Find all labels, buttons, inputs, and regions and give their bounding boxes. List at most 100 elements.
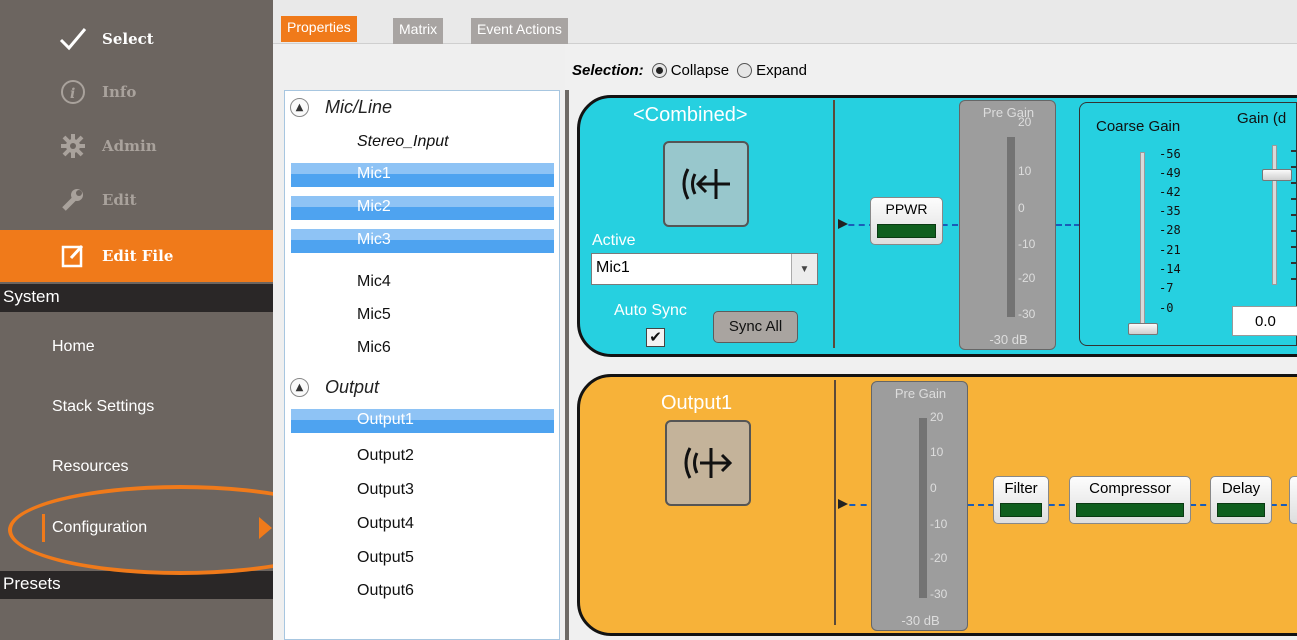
gain-tick bbox=[1291, 262, 1297, 264]
coarse-gain-title: Coarse Gain bbox=[1096, 118, 1181, 135]
gain-tick bbox=[1291, 214, 1297, 216]
gear-icon bbox=[58, 133, 88, 159]
group-label: Output bbox=[325, 376, 380, 397]
splitter[interactable] bbox=[565, 90, 569, 640]
list-item[interactable]: Output2 bbox=[291, 445, 554, 469]
mic-line-icon[interactable] bbox=[663, 141, 749, 227]
collapse-radio[interactable] bbox=[651, 63, 667, 78]
gain-tick bbox=[1291, 198, 1297, 200]
list-item[interactable]: Stereo_Input bbox=[291, 131, 554, 155]
gain-value-field[interactable]: 0.0 bbox=[1232, 306, 1297, 336]
coarse-gain-tick-value: 14 bbox=[1166, 262, 1181, 276]
pre-gain-tick: -20 bbox=[1018, 271, 1036, 285]
filter-module[interactable]: Filter bbox=[993, 476, 1049, 524]
nav-admin-label: Admin bbox=[102, 137, 157, 155]
tab-matrix[interactable]: Matrix bbox=[393, 18, 444, 44]
list-item[interactable]: Mic3 bbox=[291, 229, 554, 253]
nav-edit-label: Edit bbox=[102, 191, 137, 209]
list-item[interactable]: Output3 bbox=[291, 479, 554, 503]
coarse-gain-track bbox=[1140, 152, 1145, 328]
pre-gain-tick: -30 bbox=[930, 587, 948, 601]
divider bbox=[834, 380, 836, 625]
auto-sync-checkbox[interactable]: ✔ bbox=[646, 328, 665, 347]
collapse-icon[interactable]: ▲ bbox=[290, 97, 309, 117]
selection-row: Selection: Collapse Expand bbox=[572, 62, 815, 79]
system-item-home[interactable]: Home bbox=[0, 318, 273, 378]
delay-module[interactable]: Delay bbox=[1210, 476, 1272, 524]
pre-gain-value: -30 dB bbox=[901, 613, 940, 628]
coarse-gain-tick-value: 28 bbox=[1166, 223, 1181, 237]
pre-gain-value: -30 dB bbox=[989, 332, 1028, 347]
pre-gain-tick: 10 bbox=[930, 445, 944, 459]
list-item[interactable]: Mic6 bbox=[291, 337, 554, 361]
coarse-gain-tick-value: 56 bbox=[1166, 147, 1181, 161]
tab-properties[interactable]: Properties bbox=[281, 16, 357, 42]
list-item[interactable]: Mic4 bbox=[291, 271, 554, 295]
divider bbox=[833, 100, 835, 348]
tab-event-actions[interactable]: Event Actions bbox=[471, 18, 568, 44]
chevron-down-icon[interactable]: ▼ bbox=[791, 254, 817, 284]
nav-edit-file-label: Edit File bbox=[102, 247, 174, 265]
module-led bbox=[1000, 503, 1042, 517]
module-label: Delay bbox=[1221, 480, 1261, 497]
gain-tick bbox=[1291, 150, 1297, 152]
auto-sync-label: Auto Sync bbox=[614, 302, 687, 319]
nav-edit-file[interactable]: Edit File bbox=[0, 230, 273, 282]
expand-radio[interactable] bbox=[737, 63, 753, 78]
coarse-gain-slider[interactable] bbox=[1128, 323, 1158, 335]
pre-gain-tick: -10 bbox=[930, 517, 948, 531]
pre-gain-tick: -30 bbox=[1018, 307, 1036, 321]
nav-select[interactable]: Select bbox=[0, 13, 273, 65]
strip-title: <Combined> bbox=[633, 104, 748, 126]
group-mic-line: ▲ Mic/Line bbox=[290, 95, 392, 119]
list-item[interactable]: Output4 bbox=[291, 513, 554, 537]
coarse-gain-tick-value: 0 bbox=[1166, 301, 1174, 315]
system-item-label: Stack Settings bbox=[52, 398, 155, 415]
gain-tick bbox=[1291, 230, 1297, 232]
coarse-gain-tick-value: 35 bbox=[1166, 204, 1181, 218]
gain-slider[interactable] bbox=[1262, 169, 1292, 181]
sync-all-button[interactable]: Sync All bbox=[713, 311, 798, 343]
output-icon[interactable] bbox=[665, 420, 751, 506]
pre-gain-meter[interactable]: Pre Gain 20 10 0 -10 -20 -30 -30 dB bbox=[959, 100, 1056, 350]
coarse-gain-tick: -0 bbox=[1159, 301, 1174, 315]
module-led bbox=[1076, 503, 1184, 517]
list-item[interactable]: Mic5 bbox=[291, 304, 554, 328]
gain-tick bbox=[1291, 278, 1297, 280]
list-item[interactable]: Output6 bbox=[291, 580, 554, 604]
active-label: Active bbox=[592, 232, 636, 249]
coarse-gain-tick-value: 49 bbox=[1166, 166, 1181, 180]
pre-gain-tick: -10 bbox=[1018, 237, 1036, 251]
nav-select-label: Select bbox=[102, 30, 154, 48]
module-label: Compressor bbox=[1089, 480, 1171, 497]
edit-file-icon bbox=[58, 243, 88, 269]
list-item[interactable]: Mic2 bbox=[291, 196, 554, 220]
coarse-gain-tick: -21 bbox=[1159, 243, 1181, 257]
nav-edit[interactable]: Edit bbox=[0, 174, 273, 226]
coarse-gain-tick-value: 7 bbox=[1166, 281, 1174, 295]
system-header: System bbox=[0, 284, 273, 312]
presets-header[interactable]: Presets bbox=[0, 571, 273, 599]
list-item[interactable]: Output1 bbox=[291, 409, 554, 433]
ppwr-module[interactable]: PPWR bbox=[870, 197, 943, 245]
wrench-icon bbox=[58, 187, 88, 213]
active-select[interactable]: Mic1 ▼ bbox=[591, 253, 818, 285]
gain-tick bbox=[1291, 182, 1297, 184]
nav-info[interactable]: i Info bbox=[0, 66, 273, 118]
pre-gain-title: Pre Gain bbox=[894, 386, 947, 401]
compressor-module[interactable]: Compressor bbox=[1069, 476, 1191, 524]
collapse-icon[interactable]: ▲ bbox=[290, 377, 309, 397]
coarse-gain-tick: -56 bbox=[1159, 147, 1181, 161]
system-item-stack-settings[interactable]: Stack Settings bbox=[0, 378, 273, 438]
list-item[interactable]: Mic1 bbox=[291, 163, 554, 187]
list-item[interactable]: Output5 bbox=[291, 547, 554, 571]
nav-admin[interactable]: Admin bbox=[0, 120, 273, 172]
checkmark-icon bbox=[58, 26, 88, 52]
svg-text:i: i bbox=[70, 86, 75, 102]
system-item-label: Resources bbox=[52, 458, 129, 475]
pre-gain-meter[interactable]: Pre Gain 20 10 0 -10 -20 -30 -30 dB bbox=[871, 381, 968, 631]
signal-line bbox=[1056, 224, 1080, 226]
ppwr-label: PPWR bbox=[885, 201, 928, 217]
signal-arrow-icon bbox=[838, 499, 848, 509]
next-module[interactable] bbox=[1289, 476, 1297, 524]
